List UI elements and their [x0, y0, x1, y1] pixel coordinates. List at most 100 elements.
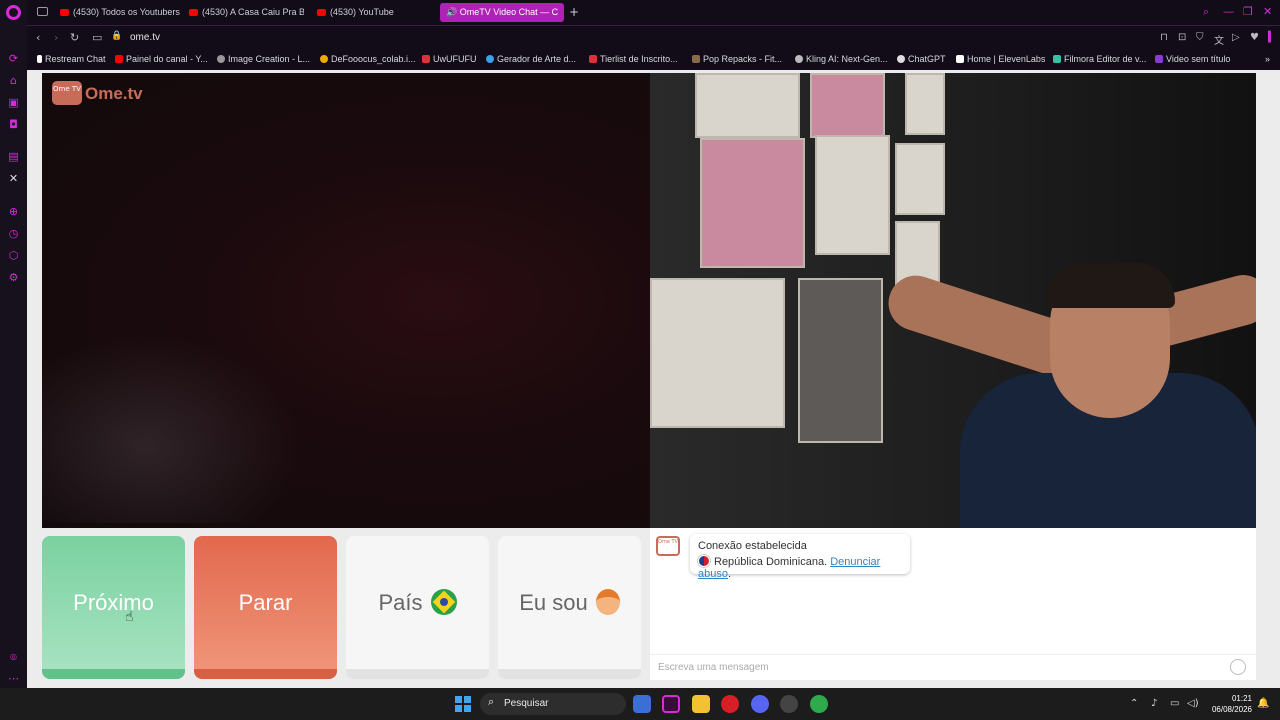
bookmark-defooocus[interactable]: DeFooocus_colab.i...: [320, 54, 416, 64]
country-button[interactable]: País: [346, 536, 489, 679]
send-icon[interactable]: ▷: [1232, 32, 1240, 43]
clock-date: 06/08/2026: [1211, 705, 1252, 714]
video-blur: [42, 333, 302, 523]
bookmark-tierlist[interactable]: Tierlist de Inscrito...: [589, 54, 678, 64]
game-icon[interactable]: ◎: [7, 650, 20, 663]
tab-a-casa-caiu[interactable]: (4530) A Casa Caiu Pra Bl: [189, 3, 304, 22]
self-video: [650, 73, 1256, 528]
heart-icon[interactable]: ♥: [1250, 32, 1259, 43]
reload-icon[interactable]: ↻: [70, 31, 79, 44]
colab-icon: [320, 55, 328, 63]
bookmark-kling-ai[interactable]: Kling AI: Next-Gen...: [795, 54, 888, 64]
steam-icon[interactable]: [780, 695, 798, 713]
bookmark-label: Gerador de Arte d...: [497, 54, 577, 64]
file-explorer-icon[interactable]: [692, 695, 710, 713]
volume-icon[interactable]: ◁): [1187, 698, 1199, 709]
bookmark-filmora[interactable]: Filmora Editor de v...: [1053, 54, 1146, 64]
refresh-icon[interactable]: ⟳: [7, 52, 20, 65]
next-label: Próximo: [73, 590, 154, 615]
next-button[interactable]: Próximo: [42, 536, 185, 679]
maximize-icon[interactable]: ❐: [1243, 5, 1253, 18]
forward-icon[interactable]: ›: [54, 31, 58, 44]
opera-icon[interactable]: [721, 695, 739, 713]
tab-label: (4530) Todos os Youtubers: [73, 7, 180, 17]
back-icon[interactable]: ‹: [36, 31, 40, 44]
system-clock[interactable]: 01:21 06/08/2026: [1204, 693, 1252, 715]
more-icon[interactable]: ⋯: [7, 672, 20, 685]
translate-icon[interactable]: 文: [1214, 32, 1224, 47]
cube-icon[interactable]: ⬡: [7, 249, 20, 262]
new-tab-button[interactable]: +: [569, 3, 579, 22]
bookmark-uwufufu[interactable]: UwUFUFU: [422, 54, 477, 64]
history-icon[interactable]: ◷: [7, 227, 20, 240]
pin-icon[interactable]: ⊓: [1160, 32, 1168, 43]
opera-logo-icon[interactable]: [6, 5, 21, 20]
notification-bell-icon[interactable]: 🔔: [1257, 698, 1269, 709]
system-message: Conexão estabelecida República Dominican…: [690, 534, 910, 580]
chatgpt-icon: [897, 55, 905, 63]
tierlist-icon: [589, 55, 597, 63]
canva-icon: [1155, 55, 1163, 63]
poster: [700, 138, 805, 268]
discord-icon[interactable]: [751, 695, 769, 713]
minimize-icon[interactable]: —: [1223, 5, 1234, 18]
bookmark-image-creation[interactable]: Image Creation - L...: [217, 54, 310, 64]
boy-avatar-icon: [595, 589, 620, 615]
bookmark-chatgpt[interactable]: ChatGPT: [897, 54, 946, 64]
emoji-icon[interactable]: [1230, 659, 1246, 675]
bookmark-label: UwUFUFU: [433, 54, 477, 64]
windows-logo-icon: [455, 705, 462, 712]
twitch-icon[interactable]: ▤: [7, 150, 20, 163]
bookmark-painel-do-canal[interactable]: Painel do canal - Y...: [115, 54, 208, 64]
taskbar-search[interactable]: ⌕ Pesquisar: [480, 693, 626, 715]
tab-youtube[interactable]: (4530) YouTube: [317, 3, 417, 22]
logo-badge-text: Ome TV: [53, 85, 81, 93]
x-icon[interactable]: ✕: [7, 172, 20, 185]
i-am-button[interactable]: Eu sou: [498, 536, 641, 679]
instagram-icon[interactable]: ◘: [7, 118, 20, 131]
tab-menu-icon[interactable]: [37, 7, 48, 16]
network-icon[interactable]: ▭: [1170, 698, 1179, 709]
bookmark-restream-chat[interactable]: Restream Chat: [37, 54, 106, 64]
copilot-icon[interactable]: [633, 695, 651, 713]
tab-todos-os-youtubers[interactable]: (4530) Todos os Youtubers: [60, 3, 180, 22]
microphone-icon[interactable]: ♪: [1151, 698, 1157, 709]
filmora-icon: [1053, 55, 1061, 63]
messenger-icon[interactable]: ▣: [7, 96, 20, 109]
settings-icon[interactable]: ⚙: [7, 271, 20, 284]
bookmark-label: ChatGPT: [908, 54, 946, 64]
ometv-page: Ome TV Ome.tv Próximo Parar País Eu sou …: [27, 70, 1280, 688]
bookmark-elevenlabs[interactable]: Home | ElevenLabs: [956, 54, 1045, 64]
bookmark-label: Painel do canal - Y...: [126, 54, 208, 64]
add-icon[interactable]: ⊕: [7, 205, 20, 218]
opera-gx-icon[interactable]: [662, 695, 680, 713]
stop-label: Parar: [238, 590, 293, 615]
bookmark-video-sem-titulo[interactable]: Video sem título: [1155, 54, 1230, 64]
snapshot-icon[interactable]: ⊡: [1178, 32, 1186, 43]
poster: [650, 278, 785, 428]
youtube-icon: [317, 9, 326, 16]
lock-icon[interactable]: 🔒: [111, 31, 122, 41]
start-button[interactable]: [455, 696, 471, 712]
bookmark-label: Tierlist de Inscrito...: [600, 54, 678, 64]
tab-ometv[interactable]: 🔊 OmeTV Video Chat — C: [440, 3, 564, 22]
close-icon[interactable]: ✕: [1263, 5, 1272, 18]
extensions-icon[interactable]: ▍: [1268, 32, 1276, 43]
bag-icon[interactable]: ⌂: [7, 74, 20, 87]
tray-chevron-icon[interactable]: ⌃: [1130, 698, 1138, 709]
search-tabs-icon[interactable]: ⌕: [1203, 5, 1209, 19]
windows-logo-icon: [455, 696, 462, 703]
browser-sidebar: ⟳ ⌂ ▣ ◘ ▤ ✕ ⊕ ◷ ⬡ ⚙ ◎ ⋯: [0, 0, 27, 688]
url-field[interactable]: ome.tv: [130, 32, 160, 43]
shield-icon[interactable]: ⛉: [1196, 32, 1204, 43]
tab-label: (4530) YouTube: [330, 7, 394, 17]
stop-button[interactable]: Parar: [194, 536, 337, 679]
camera-icon[interactable]: ▭: [92, 31, 102, 44]
message-input[interactable]: Escreva uma mensagem: [650, 654, 1256, 680]
bookmark-gerador-de-arte[interactable]: Gerador de Arte d...: [486, 54, 576, 64]
chrome-icon[interactable]: [810, 695, 828, 713]
bookmark-pop-repacks[interactable]: Pop Repacks - Fit...: [692, 54, 782, 64]
more-bookmarks-icon[interactable]: »: [1265, 54, 1270, 64]
ometv-logo[interactable]: Ome TV Ome.tv: [52, 79, 143, 107]
bookmark-label: Kling AI: Next-Gen...: [806, 54, 888, 64]
